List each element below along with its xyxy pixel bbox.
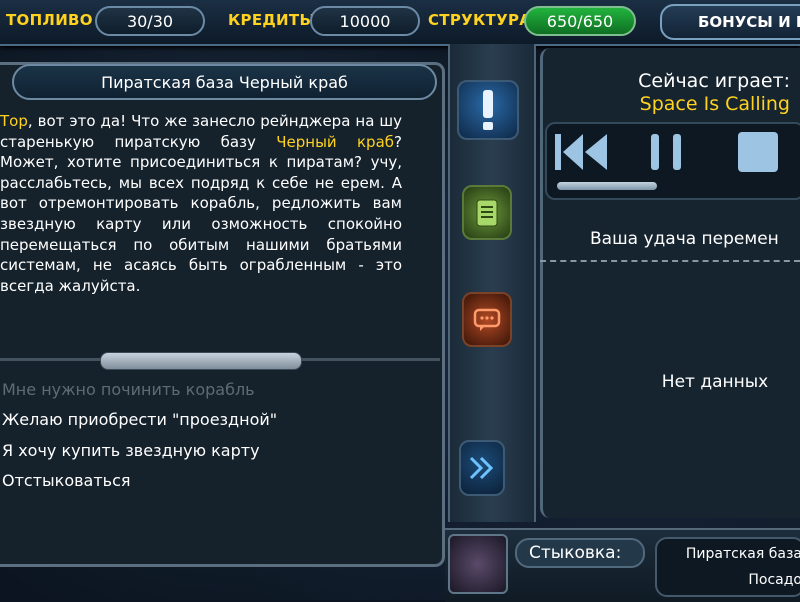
credits-value: 10000 (310, 6, 420, 36)
highlighted-name: Черный краб (276, 132, 395, 151)
chat-icon (473, 308, 501, 331)
structure-value: 650/650 (524, 6, 636, 36)
dialog-option[interactable]: Мне нужно починить корабль (0, 374, 440, 405)
highlighted-name: Тор (0, 112, 28, 130)
luck-text: Ваша удача перемен (590, 229, 779, 249)
forward-button[interactable] (459, 440, 505, 496)
notes-icon (476, 199, 498, 226)
dialog-option[interactable]: Желаю приобрести "проездной" (0, 405, 440, 436)
scroll-handle[interactable] (100, 352, 302, 370)
forward-icon (469, 456, 494, 480)
docking-label: Стыковка: (515, 538, 645, 568)
dialog-text: Тор, вот это да! Что же занесло рейнджер… (0, 111, 402, 351)
stop-icon (738, 132, 778, 172)
info-panel (540, 48, 800, 518)
structure-label: СТРУКТУРА (428, 11, 532, 29)
dialog-option[interactable]: Отстыковаться (0, 466, 440, 497)
alert-button[interactable] (457, 80, 519, 140)
pause-button[interactable] (645, 130, 689, 174)
dialog-option[interactable]: Я хочу купить звездную карту (0, 435, 440, 466)
dialog-title: Пиратская база Черный краб (12, 64, 437, 100)
track-title: Space Is Calling (639, 93, 790, 115)
ship-thumbnail[interactable] (448, 534, 508, 594)
chat-button[interactable] (462, 292, 512, 347)
now-playing-label: Сейчас играет: (638, 70, 790, 92)
separator (540, 260, 800, 262)
rewind-icon (555, 134, 607, 170)
track-progress[interactable] (557, 182, 657, 190)
alert-icon (483, 90, 493, 130)
no-data-label: Нет данных (661, 372, 769, 392)
notes-button[interactable] (462, 185, 512, 240)
docking-status: Посадо (748, 572, 800, 588)
fuel-value: 30/30 (95, 6, 205, 36)
dialog-text-part: ? Может, хотите присоединиться к пиратам… (0, 132, 402, 295)
bonus-button[interactable]: БОНУСЫ И П (660, 4, 800, 40)
dialog-options: Мне нужно починить корабль Желаю приобрес… (0, 374, 440, 496)
pause-icon (651, 134, 681, 170)
fuel-label: ТОПЛИВО (6, 11, 93, 29)
docking-station: Пиратская база (685, 546, 800, 562)
rewind-button[interactable] (553, 130, 613, 174)
credits-label: КРЕДИТЫ (228, 11, 316, 29)
stop-button[interactable] (734, 130, 782, 174)
